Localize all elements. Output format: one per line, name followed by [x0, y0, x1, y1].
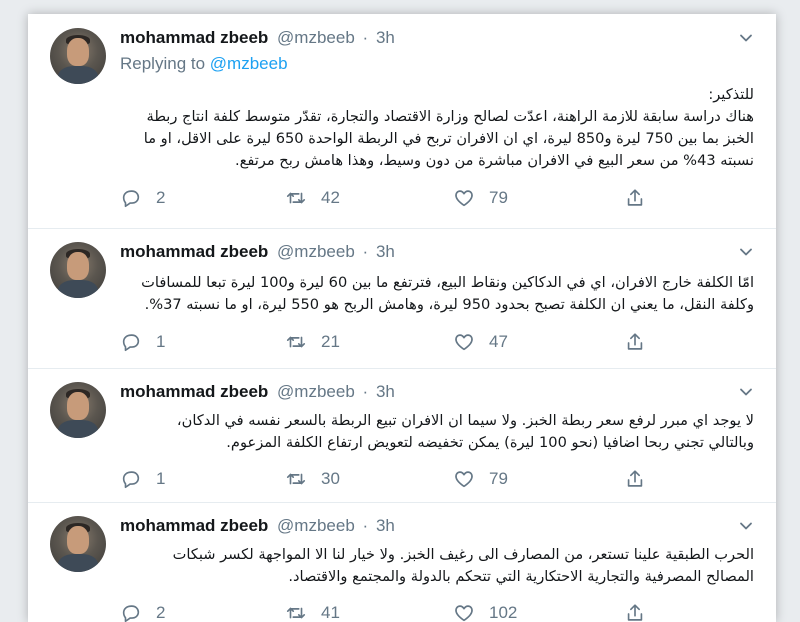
like-count: 79 [489, 469, 508, 488]
reply-icon [122, 605, 140, 622]
author-handle[interactable]: @mzbeeb [277, 516, 355, 535]
retweet-icon [286, 607, 306, 619]
tweet-text-line: وبالتالي تجني ربحا اضافيا (نحو 100 ليرة)… [226, 434, 754, 451]
retweet-icon [286, 336, 306, 348]
retweet-button[interactable]: 42 [285, 186, 340, 210]
reply-icon [122, 334, 140, 352]
tweet[interactable]: mohammad zbeeb @mzbeeb · 3h الحرب الطبقي… [28, 502, 776, 622]
heart-icon [455, 471, 473, 488]
separator-dot: · [362, 242, 369, 261]
timestamp[interactable]: 3h [376, 28, 395, 47]
reply-icon [122, 471, 140, 489]
reply-icon [122, 190, 140, 208]
share-button[interactable] [624, 467, 660, 491]
heart-icon [455, 190, 473, 207]
like-button[interactable]: 79 [453, 186, 508, 210]
share-icon [627, 333, 643, 350]
heart-icon [455, 334, 473, 351]
avatar[interactable] [50, 516, 106, 572]
separator-dot: · [362, 382, 369, 401]
like-button[interactable]: 79 [453, 467, 508, 491]
like-button[interactable]: 102 [453, 601, 517, 622]
share-button[interactable] [624, 330, 660, 354]
timestamp[interactable]: 3h [376, 382, 395, 401]
author-handle[interactable]: @mzbeeb [277, 28, 355, 47]
timestamp[interactable]: 3h [376, 242, 395, 261]
heart-icon [455, 605, 473, 622]
tweet-text: امّا الكلفة خارج الافران، اي في الدكاكين… [120, 272, 754, 316]
timestamp[interactable]: 3h [376, 516, 395, 535]
retweet-button[interactable]: 30 [285, 467, 340, 491]
tweet-header: mohammad zbeeb @mzbeeb · 3h [120, 242, 395, 266]
tweet-header: mohammad zbeeb @mzbeeb · 3h [120, 516, 395, 540]
tweet[interactable]: mohammad zbeeb @mzbeeb · 3h Replying to … [28, 14, 776, 229]
tweet-thread: mohammad zbeeb @mzbeeb · 3h Replying to … [28, 14, 776, 622]
tweet-text: لا يوجد اي مبرر لرفع سعر ربطة الخبز. ولا… [120, 410, 754, 454]
share-button[interactable] [624, 186, 660, 210]
author-name[interactable]: mohammad zbeeb [120, 382, 268, 401]
replying-to-mention[interactable]: @mzbeeb [210, 54, 288, 73]
retweet-button[interactable]: 41 [285, 601, 340, 622]
tweet-header: mohammad zbeeb @mzbeeb · 3h [120, 28, 395, 52]
separator-dot: · [362, 516, 369, 535]
chevron-down-icon[interactable] [738, 30, 754, 46]
like-count: 102 [489, 603, 518, 622]
like-button[interactable]: 47 [453, 330, 508, 354]
tweet-header: mohammad zbeeb @mzbeeb · 3h [120, 382, 395, 406]
reply-button[interactable]: 2 [120, 186, 165, 210]
author-name[interactable]: mohammad zbeeb [120, 516, 268, 535]
tweet-actions: 2 42 79 [120, 186, 650, 210]
separator-dot: · [362, 28, 369, 47]
tweet-text-line: الحرب الطبقية علينا تستعر، من المصارف ال… [172, 546, 754, 563]
chevron-down-icon[interactable] [738, 384, 754, 400]
share-button[interactable] [624, 601, 660, 622]
retweet-button[interactable]: 21 [285, 330, 340, 354]
author-name[interactable]: mohammad zbeeb [120, 28, 268, 47]
reply-count: 1 [156, 469, 166, 488]
share-icon [627, 470, 643, 487]
tweet[interactable]: mohammad zbeeb @mzbeeb · 3h امّا الكلفة … [28, 228, 776, 369]
like-count: 47 [489, 332, 508, 351]
tweet-text-line: المصالح المصرفية والتجارية الاحتكارية ال… [288, 568, 754, 585]
share-icon [627, 189, 643, 206]
tweet-text-line: للتذكير: [708, 86, 754, 103]
reply-button[interactable]: 2 [120, 601, 165, 622]
tweet-text-line: نسبته 43% من سعر البيع في الافران مباشرة… [234, 152, 754, 169]
tweet-text-line: الخبز بما بين 750 ليرة و850 ليرة، اي ان … [143, 130, 754, 147]
avatar[interactable] [50, 28, 106, 84]
tweet-actions: 2 41 102 [120, 601, 650, 622]
chevron-down-icon[interactable] [738, 244, 754, 260]
author-handle[interactable]: @mzbeeb [277, 242, 355, 261]
retweet-count: 21 [321, 332, 340, 351]
author-name[interactable]: mohammad zbeeb [120, 242, 268, 261]
author-handle[interactable]: @mzbeeb [277, 382, 355, 401]
retweet-icon [286, 192, 306, 204]
tweet[interactable]: mohammad zbeeb @mzbeeb · 3h لا يوجد اي م… [28, 368, 776, 503]
retweet-count: 41 [321, 603, 340, 622]
reply-count: 2 [156, 603, 166, 622]
reply-button[interactable]: 1 [120, 330, 165, 354]
like-count: 79 [489, 188, 508, 207]
tweet-text-line: امّا الكلفة خارج الافران، اي في الدكاكين… [141, 274, 754, 291]
share-icon [627, 604, 643, 621]
avatar[interactable] [50, 382, 106, 438]
retweet-count: 42 [321, 188, 340, 207]
reply-count: 1 [156, 332, 166, 351]
replying-to: Replying to @mzbeeb [120, 54, 288, 74]
reply-count: 2 [156, 188, 166, 207]
tweet-text-line: هناك دراسة سابقة للازمة الراهنة، اعدّت ل… [146, 108, 754, 125]
reply-button[interactable]: 1 [120, 467, 165, 491]
tweet-text-line: لا يوجد اي مبرر لرفع سعر ربطة الخبز. ولا… [176, 412, 754, 429]
retweet-icon [286, 473, 306, 485]
tweet-text: للتذكير: هناك دراسة سابقة للازمة الراهنة… [120, 84, 754, 172]
tweet-text: الحرب الطبقية علينا تستعر، من المصارف ال… [120, 544, 754, 588]
avatar[interactable] [50, 242, 106, 298]
tweet-text-line: وكلفة النقل، ما يعني ان الكلفة تصبح بحدو… [144, 296, 754, 313]
tweet-actions: 1 30 79 [120, 467, 650, 491]
replying-to-label: Replying to [120, 54, 206, 73]
tweet-actions: 1 21 47 [120, 330, 650, 354]
chevron-down-icon[interactable] [738, 518, 754, 534]
retweet-count: 30 [321, 469, 340, 488]
